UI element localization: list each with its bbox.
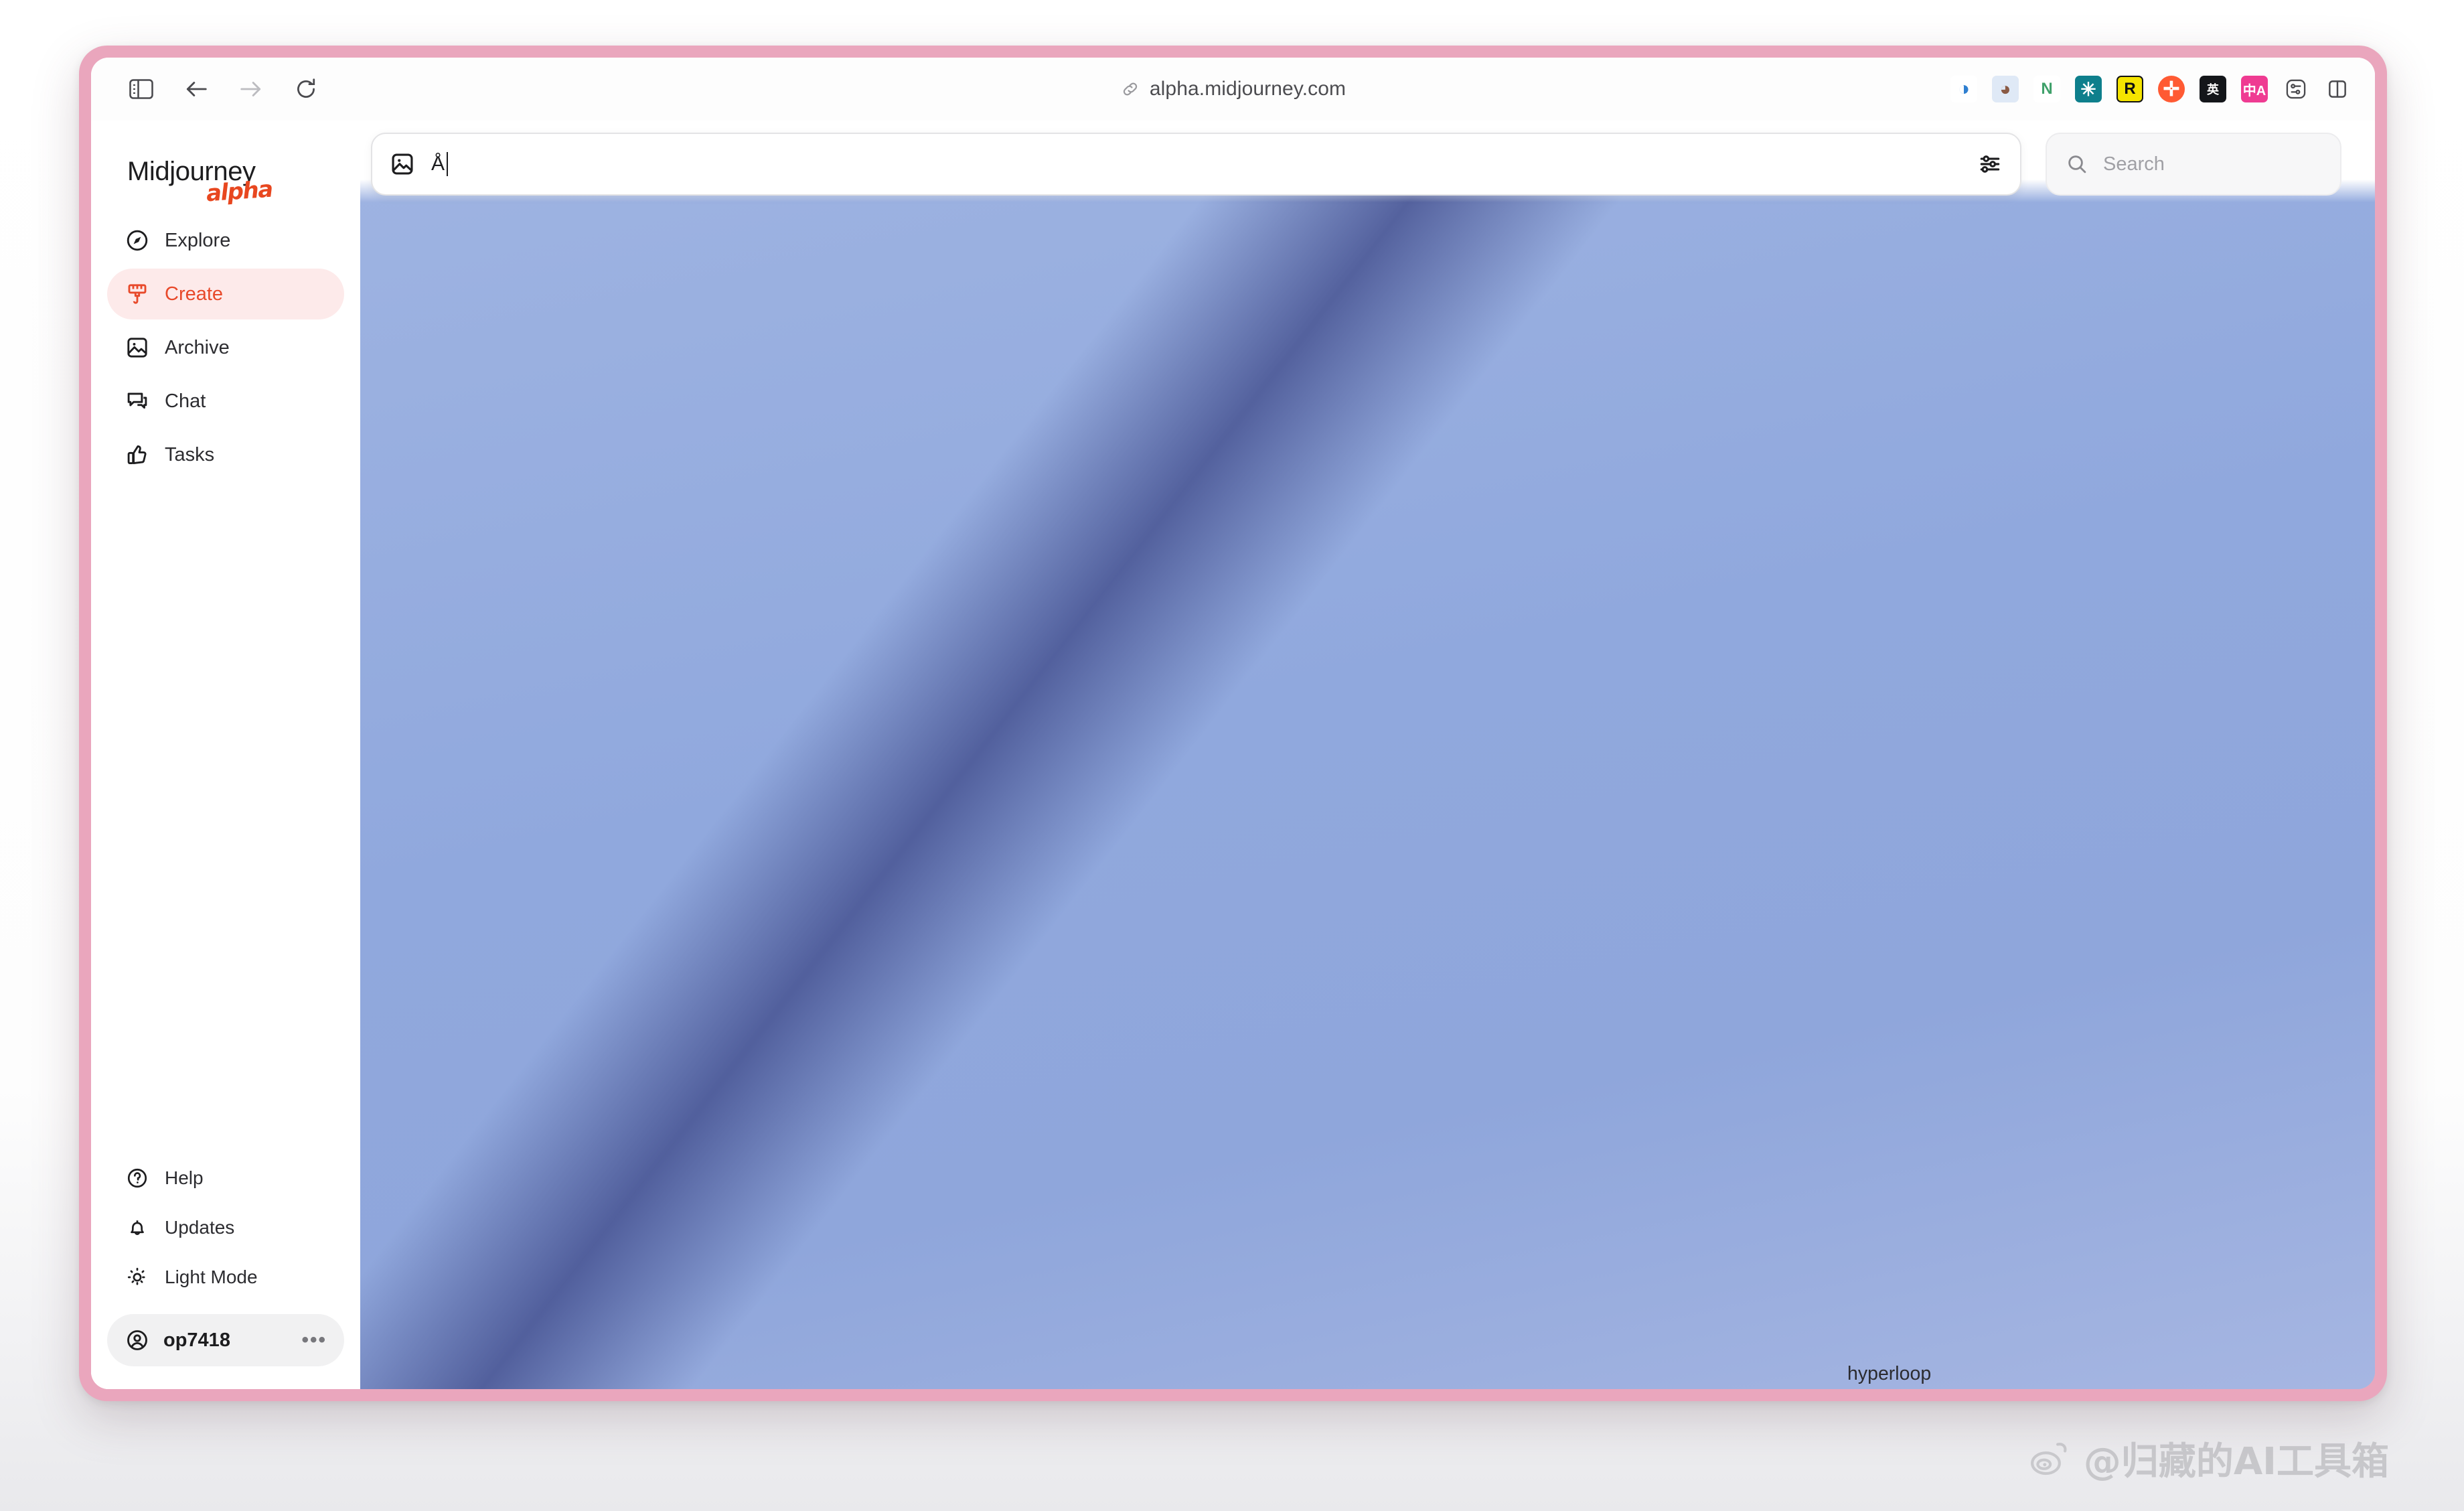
sidebar-item-label: Archive xyxy=(165,336,230,358)
avatar-icon xyxy=(125,1327,150,1353)
thumb-blue-curve[interactable] xyxy=(360,121,2375,1389)
translate-cn-extension-icon[interactable]: 中A xyxy=(2241,76,2268,102)
notion-extension-icon[interactable]: N xyxy=(2033,76,2060,102)
sidebar-toggle-icon[interactable] xyxy=(126,74,157,104)
plus-extension-icon[interactable]: ✛ xyxy=(2158,76,2185,102)
paintbrush-icon xyxy=(125,281,150,307)
sidebar-item-help[interactable]: Help xyxy=(107,1155,344,1202)
chat-bubble-icon xyxy=(125,388,150,414)
sidebar-item-explore[interactable]: Explore xyxy=(107,215,344,266)
sidebar-item-label: Light Mode xyxy=(165,1267,258,1287)
app-body: Midjourney alpha Explore Create Archive … xyxy=(91,121,2375,1389)
reload-icon[interactable] xyxy=(291,74,321,104)
prompt-input-field[interactable]: Å xyxy=(431,152,1961,176)
watermark-handle: @归藏的AI工具箱 xyxy=(2083,1440,2389,1484)
sidebar: Midjourney alpha Explore Create Archive … xyxy=(91,121,360,1389)
extension-toolbar: ◑ ◕ N ✳ R ✛ 英 中A xyxy=(1950,76,2358,102)
feed-scroll-area[interactable]: deep within an ancient elven tomb, the l… xyxy=(360,121,2375,1389)
image-icon xyxy=(125,335,150,360)
sidebar-item-light-mode[interactable]: Light Mode xyxy=(107,1254,344,1301)
translate-en-extension-icon[interactable]: 英 xyxy=(2200,76,2226,102)
thumbs-up-icon xyxy=(125,442,150,467)
question-circle-icon xyxy=(125,1165,150,1191)
browser-window: alpha.midjourney.com ◑ ◕ N ✳ R ✛ 英 中A Mi… xyxy=(91,58,2375,1389)
prompt-input-value: Å xyxy=(431,153,445,175)
sidebar-item-chat[interactable]: Chat xyxy=(107,376,344,427)
search-icon xyxy=(2066,153,2088,175)
sidebar-item-label: Chat xyxy=(165,390,206,412)
weibo-watermark: @归藏的AI工具箱 xyxy=(2027,1431,2389,1486)
browser-window-frame: alpha.midjourney.com ◑ ◕ N ✳ R ✛ 英 中A Mi… xyxy=(79,46,2387,1401)
text-cursor xyxy=(447,152,449,176)
browser-nav-controls xyxy=(108,74,321,104)
user-account-chip[interactable]: op7418 ••• xyxy=(107,1314,344,1366)
top-toolbar: Å Search xyxy=(360,121,2375,202)
weibo-logo-icon xyxy=(2027,1437,2072,1481)
primary-nav: Explore Create Archive Chat Tasks xyxy=(107,215,344,480)
back-arrow-icon[interactable] xyxy=(181,74,212,104)
snowflake-extension-icon[interactable]: ✳ xyxy=(2075,76,2102,102)
sidebar-item-label: Updates xyxy=(165,1217,235,1238)
user-name: op7418 xyxy=(163,1329,230,1351)
brand-logo[interactable]: Midjourney alpha xyxy=(107,139,344,207)
next-job-metadata: hyperloop xyxy=(1839,1363,2375,1385)
compass-icon xyxy=(125,228,150,253)
sidebar-item-create[interactable]: Create xyxy=(107,269,344,319)
forward-arrow-icon[interactable] xyxy=(236,74,266,104)
image-upload-icon[interactable] xyxy=(390,151,415,177)
reader-view-extension-icon[interactable] xyxy=(2324,76,2351,102)
search-input[interactable]: Search xyxy=(2103,153,2165,175)
secondary-nav: Help Updates Light Mode xyxy=(107,1155,344,1301)
next-job-prompt-text[interactable]: hyperloop xyxy=(1847,1363,2375,1385)
r-extension-icon[interactable]: R xyxy=(2116,76,2143,102)
sidebar-item-archive[interactable]: Archive xyxy=(107,322,344,373)
sliders-icon[interactable] xyxy=(1977,151,2003,177)
prompt-input-bar[interactable]: Å xyxy=(371,133,2021,196)
user-menu-icon[interactable]: ••• xyxy=(301,1329,327,1352)
brand-alpha-tag: alpha xyxy=(205,175,273,208)
browser-toolbar: alpha.midjourney.com ◑ ◕ N ✳ R ✛ 英 中A xyxy=(91,58,2375,121)
sidebar-item-label: Tasks xyxy=(165,443,215,465)
desktop-backdrop: alpha.midjourney.com ◑ ◕ N ✳ R ✛ 英 中A Mi… xyxy=(0,0,2464,1511)
sidebar-item-label: Help xyxy=(165,1167,204,1188)
bell-icon xyxy=(125,1215,150,1240)
artwork xyxy=(360,121,2375,1389)
settings-extension-icon[interactable] xyxy=(2283,76,2309,102)
sidebar-item-updates[interactable]: Updates xyxy=(107,1204,344,1251)
search-box[interactable]: Search xyxy=(2046,133,2341,196)
sidebar-item-label: Explore xyxy=(165,229,231,251)
avatar-extension-icon[interactable]: ◕ xyxy=(1992,76,2019,102)
sidebar-item-tasks[interactable]: Tasks xyxy=(107,429,344,480)
url-text: alpha.midjourney.com xyxy=(1149,78,1346,100)
privacy-badger-extension-icon[interactable]: ◑ xyxy=(1950,76,1977,102)
sun-icon xyxy=(125,1265,150,1290)
main-content: deep within an ancient elven tomb, the l… xyxy=(360,121,2375,1389)
sidebar-item-label: Create xyxy=(165,283,224,305)
link-icon xyxy=(1120,79,1140,99)
